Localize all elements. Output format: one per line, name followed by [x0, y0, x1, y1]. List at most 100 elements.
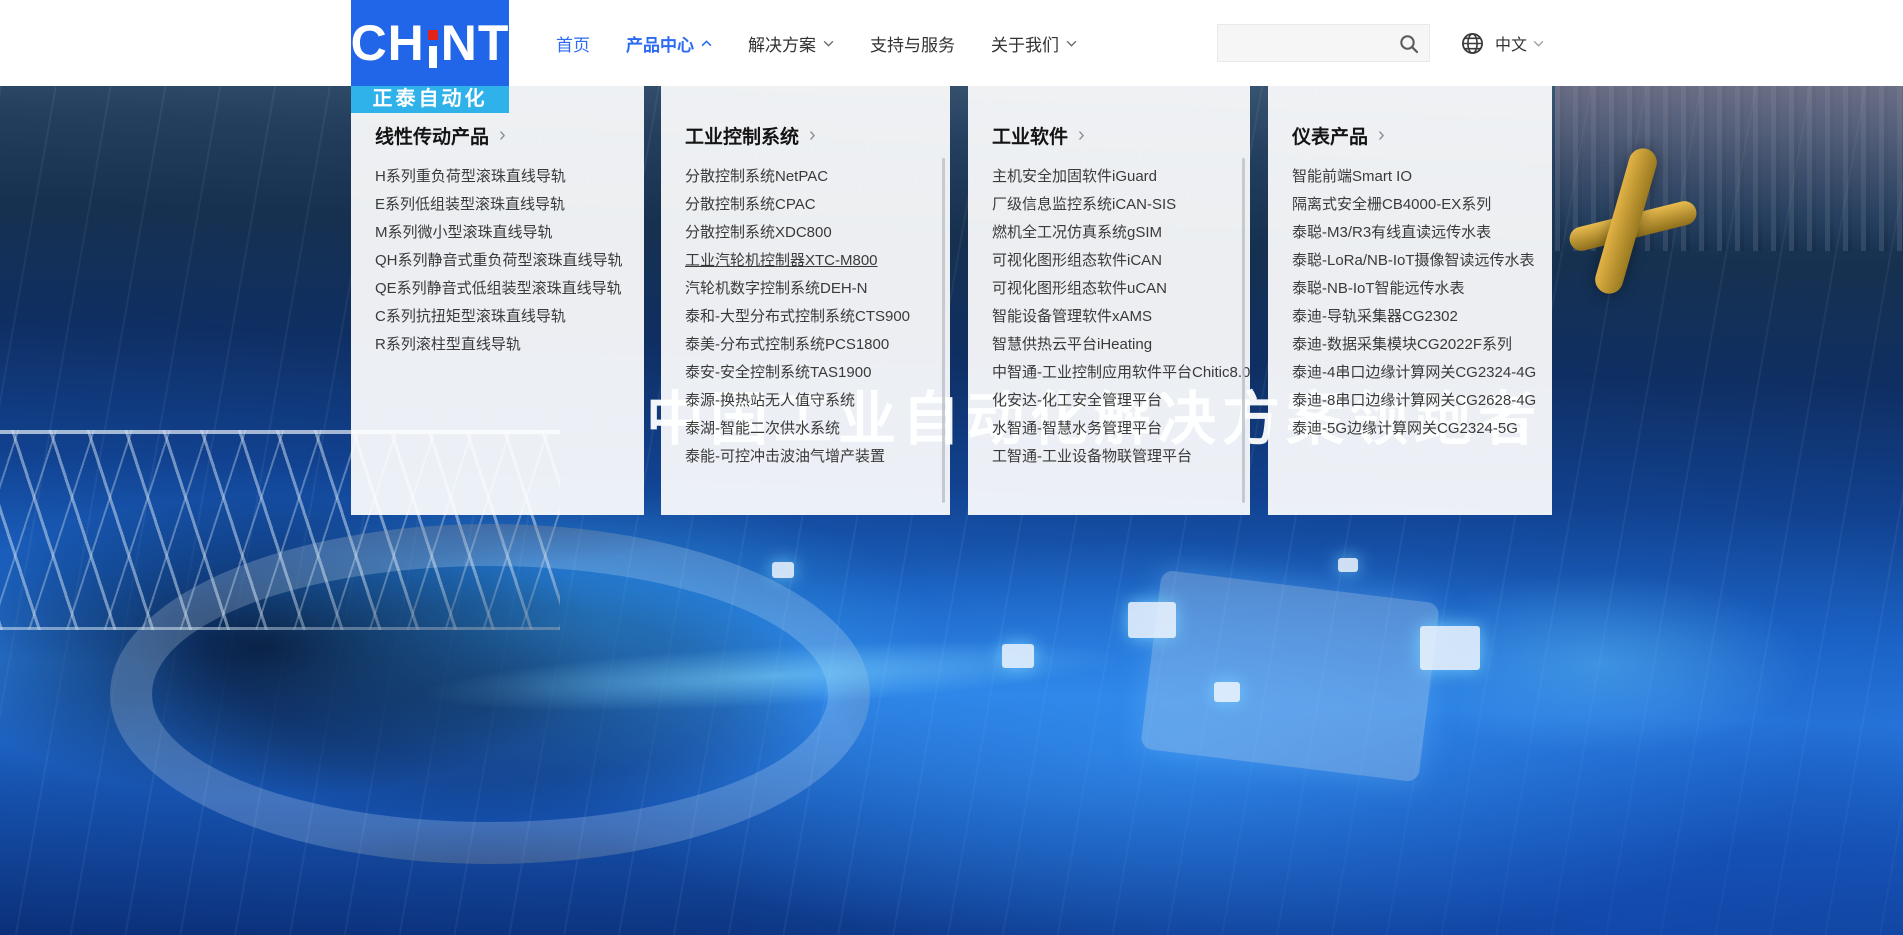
search-input[interactable]	[1228, 25, 1400, 63]
column-title-label: 工业控制系统	[685, 122, 799, 149]
menu-item-link[interactable]: 工业汽轮机控制器XTC-M800	[685, 252, 878, 269]
menu-item-link[interactable]: 泰美-分布式控制系统PCS1800	[685, 336, 889, 353]
menu-item-link[interactable]: 泰聪-LoRa/NB-IoT摄像智读远传水表	[1292, 252, 1535, 269]
nav-item-about[interactable]: 关于我们	[991, 31, 1077, 56]
menu-item-link[interactable]: 工智通-工业设备物联管理平台	[992, 448, 1192, 465]
menu-list-item: 燃机全工况仿真系统gSIM	[992, 219, 1250, 247]
globe-icon[interactable]	[1460, 31, 1485, 56]
menu-item-list: 主机安全加固软件iGuard 厂级信息监控系统iCAN-SIS 燃机全工况仿真系统g…	[992, 163, 1250, 471]
chevron-right-icon: ›	[499, 125, 506, 145]
menu-list-item: 可视化图形组态软件uCAN	[992, 275, 1250, 303]
menu-item-link[interactable]: 泰能-可控冲击波油气增产装置	[685, 448, 885, 465]
menu-item-link[interactable]: 泰迪-4串口边缘计算网关CG2324-4G	[1292, 364, 1536, 381]
menu-item-link[interactable]: 燃机全工况仿真系统gSIM	[992, 224, 1162, 241]
menu-item-link[interactable]: 分散控制系统XDC800	[685, 224, 832, 241]
menu-list-item: 汽轮机数字控制系统DEH-N	[685, 275, 950, 303]
menu-list-item: 隔离式安全栅CB4000-EX系列	[1292, 191, 1552, 219]
menu-column-title[interactable]: 工业控制系统 ›	[685, 122, 950, 149]
menu-item-link[interactable]: 泰湖-智能二次供水系统	[685, 420, 840, 437]
menu-column-title[interactable]: 工业软件 ›	[992, 122, 1250, 149]
chevron-down-icon	[1066, 40, 1077, 47]
nav-label: 解决方案	[748, 31, 816, 56]
logo-i-stem	[429, 46, 437, 68]
menu-list-item: 水智通-智慧水务管理平台	[992, 415, 1250, 443]
menu-item-link[interactable]: C系列抗扭矩型滚珠直线导轨	[375, 308, 566, 325]
menu-item-link[interactable]: 隔离式安全栅CB4000-EX系列	[1292, 196, 1491, 213]
menu-list-item: 泰迪-5G边缘计算网关CG2324-5G	[1292, 415, 1552, 443]
background-circuit-slab	[1140, 570, 1440, 783]
menu-item-link[interactable]: 智慧供热云平台iHeating	[992, 336, 1152, 353]
language-selector[interactable]: 中文	[1495, 31, 1544, 55]
menu-item-link[interactable]: 泰和-大型分布式控制系统CTS900	[685, 308, 910, 325]
column-title-label: 线性传动产品	[375, 122, 489, 149]
menu-item-link[interactable]: E系列低组装型滚珠直线导轨	[375, 196, 565, 213]
chevron-right-icon: ›	[1078, 125, 1085, 145]
menu-list-item: 泰源-换热站无人值守系统	[685, 387, 950, 415]
menu-item-link[interactable]: 分散控制系统NetPAC	[685, 168, 828, 185]
menu-item-link[interactable]: 泰迪-导轨采集器CG2302	[1292, 308, 1458, 325]
nav-item-support[interactable]: 支持与服务	[870, 31, 955, 56]
menu-item-link[interactable]: 泰迪-数据采集模块CG2022F系列	[1292, 336, 1512, 353]
language-label: 中文	[1495, 31, 1527, 55]
column-scrollbar[interactable]	[1242, 158, 1245, 503]
background-circuit-chip	[772, 562, 794, 578]
menu-list-item: 主机安全加固软件iGuard	[992, 163, 1250, 191]
menu-item-link[interactable]: H系列重负荷型滚珠直线导轨	[375, 168, 566, 185]
logo-red-dot	[428, 30, 438, 40]
nav-item-home[interactable]: 首页	[556, 31, 590, 56]
menu-list-item: 分散控制系统XDC800	[685, 219, 950, 247]
nav-item-products[interactable]: 产品中心	[626, 31, 712, 56]
nav-label: 支持与服务	[870, 31, 955, 56]
main-nav: 首页 产品中心 解决方案 支持与服务 关于我们	[556, 0, 1077, 86]
column-scrollbar[interactable]	[942, 158, 945, 503]
chevron-up-icon	[701, 40, 712, 47]
menu-item-link[interactable]: 可视化图形组态软件iCAN	[992, 252, 1162, 269]
menu-item-link[interactable]: 厂级信息监控系统iCAN-SIS	[992, 196, 1176, 213]
hero-background-image	[0, 86, 1903, 935]
menu-column-title[interactable]: 线性传动产品 ›	[375, 122, 644, 149]
menu-list-item: 分散控制系统CPAC	[685, 191, 950, 219]
background-circuit-chip	[1128, 602, 1176, 638]
menu-item-link[interactable]: 泰聪-NB-IoT智能远传水表	[1292, 280, 1465, 297]
nav-label: 首页	[556, 31, 590, 56]
menu-item-link[interactable]: 泰安-安全控制系统TAS1900	[685, 364, 871, 381]
menu-list-item: 泰迪-4串口边缘计算网关CG2324-4G	[1292, 359, 1552, 387]
menu-list-item: 泰安-安全控制系统TAS1900	[685, 359, 950, 387]
menu-item-link[interactable]: 泰聪-M3/R3有线直读远传水表	[1292, 224, 1491, 241]
menu-item-link[interactable]: M系列微小型滚珠直线导轨	[375, 224, 553, 241]
menu-column-title[interactable]: 仪表产品 ›	[1292, 122, 1552, 149]
search-icon[interactable]	[1398, 33, 1420, 55]
chint-logo[interactable]: CH NT	[351, 0, 509, 86]
menu-item-link[interactable]: 可视化图形组态软件uCAN	[992, 280, 1167, 297]
background-circuit-chip	[1420, 626, 1480, 670]
menu-item-link[interactable]: 水智通-智慧水务管理平台	[992, 420, 1162, 437]
menu-list-item: E系列低组装型滚珠直线导轨	[375, 191, 644, 219]
menu-item-link[interactable]: R系列滚柱型直线导轨	[375, 336, 521, 353]
menu-item-link[interactable]: 智能设备管理软件xAMS	[992, 308, 1152, 325]
menu-item-list: H系列重负荷型滚珠直线导轨 E系列低组装型滚珠直线导轨 M系列微小型滚珠直线导轨 QH…	[375, 163, 644, 359]
menu-list-item: 泰迪-数据采集模块CG2022F系列	[1292, 331, 1552, 359]
background-circuit-chip	[1338, 558, 1358, 572]
menu-list-item: 泰和-大型分布式控制系统CTS900	[685, 303, 950, 331]
menu-list-item: M系列微小型滚珠直线导轨	[375, 219, 644, 247]
menu-item-link[interactable]: 泰迪-8串口边缘计算网关CG2628-4G	[1292, 392, 1536, 409]
menu-list-item: 工业汽轮机控制器XTC-M800	[685, 247, 950, 275]
menu-item-link[interactable]: QE系列静音式低组装型滚珠直线导轨	[375, 280, 622, 297]
menu-list-item: 分散控制系统NetPAC	[685, 163, 950, 191]
menu-list-item: 中智通-工业控制应用软件平台Chitic8.0	[992, 359, 1250, 387]
menu-item-link[interactable]: 智能前端Smart IO	[1292, 168, 1412, 185]
menu-item-link[interactable]: 化安达-化工安全管理平台	[992, 392, 1162, 409]
menu-item-list: 分散控制系统NetPAC 分散控制系统CPAC 分散控制系统XDC800 工业汽轮机控…	[685, 163, 950, 471]
menu-item-link[interactable]: 中智通-工业控制应用软件平台Chitic8.0	[992, 364, 1250, 381]
menu-item-link[interactable]: QH系列静音式重负荷型滚珠直线导轨	[375, 252, 623, 269]
menu-item-link[interactable]: 泰源-换热站无人值守系统	[685, 392, 855, 409]
menu-list-item: 工智通-工业设备物联管理平台	[992, 443, 1250, 471]
menu-item-link[interactable]: 分散控制系统CPAC	[685, 196, 816, 213]
menu-item-link[interactable]: 主机安全加固软件iGuard	[992, 168, 1157, 185]
menu-list-item: 泰迪-8串口边缘计算网关CG2628-4G	[1292, 387, 1552, 415]
menu-item-link[interactable]: 泰迪-5G边缘计算网关CG2324-5G	[1292, 420, 1518, 437]
menu-list-item: 泰聪-LoRa/NB-IoT摄像智读远传水表	[1292, 247, 1552, 275]
menu-item-link[interactable]: 汽轮机数字控制系统DEH-N	[685, 280, 868, 297]
nav-item-solutions[interactable]: 解决方案	[748, 31, 834, 56]
menu-list-item: 可视化图形组态软件iCAN	[992, 247, 1250, 275]
